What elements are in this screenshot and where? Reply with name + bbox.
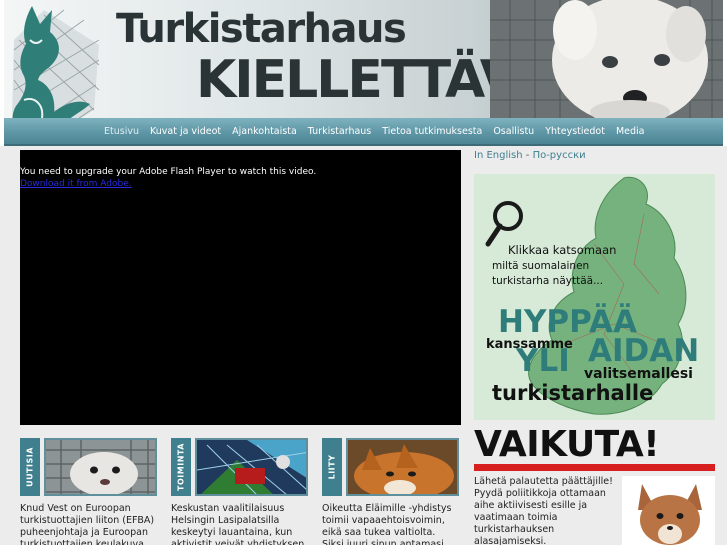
svg-text:YLI: YLI bbox=[515, 343, 570, 379]
arctic-fox-photo bbox=[490, 0, 723, 118]
fox-logo-icon[interactable] bbox=[4, 0, 110, 118]
svg-text:valitsemallesi: valitsemallesi bbox=[584, 366, 693, 382]
join-card[interactable]: LIITY Oikeutta Eläimille -yhdistys toimi… bbox=[322, 438, 460, 545]
fur-farm-photo-icon[interactable] bbox=[195, 438, 308, 496]
english-link[interactable]: In English bbox=[474, 150, 523, 161]
video-player[interactable]: You need to upgrade your Adobe Flash Pla… bbox=[20, 150, 461, 425]
main-content: You need to upgrade your Adobe Flash Pla… bbox=[0, 146, 727, 545]
join-card-text: Oikeutta Eläimille -yhdistys toimii vapa… bbox=[322, 503, 452, 545]
flash-upgrade-message: You need to upgrade your Adobe Flash Pla… bbox=[20, 167, 317, 177]
svg-text:turkistarhalle: turkistarhalle bbox=[492, 381, 653, 405]
svg-text:AIDAN: AIDAN bbox=[588, 333, 699, 369]
nav-item-etusivu[interactable]: Etusivu bbox=[104, 126, 139, 137]
nav-item-turkistarhaus[interactable]: Turkistarhaus bbox=[308, 126, 371, 137]
nav-item-media[interactable]: Media bbox=[616, 126, 645, 137]
language-links: In English - По-русски bbox=[474, 150, 586, 161]
nav-item-osallistu[interactable]: Osallistu bbox=[493, 126, 534, 137]
russian-link[interactable]: По-русски bbox=[533, 150, 586, 161]
header-banner: Turkistarhaus KIELLETTÄVÄ bbox=[4, 0, 723, 118]
svg-text:miltä suomalainen: miltä suomalainen bbox=[492, 260, 589, 272]
vaikuta-underline bbox=[474, 464, 715, 471]
fox-kit-photo[interactable] bbox=[622, 476, 715, 545]
flash-download-link[interactable]: Download it from Adobe. bbox=[20, 179, 132, 189]
nav-item-ajankohtaista[interactable]: Ajankohtaista bbox=[232, 126, 297, 137]
news-card[interactable]: UUTISIA Knud Vest on Euroopan turkistuot… bbox=[20, 438, 158, 545]
nav-item-tietoa-tutkimuksesta[interactable]: Tietoa tutkimuksesta bbox=[382, 126, 482, 137]
action-card-text: Keskustan vaalitilaisuus Helsingin Lasip… bbox=[171, 503, 305, 545]
site-header: Turkistarhaus KIELLETTÄVÄ Etusivu Kuvat … bbox=[4, 0, 723, 146]
card-tab-liity[interactable]: LIITY bbox=[322, 438, 342, 496]
card-tab-toiminta[interactable]: TOIMINTA bbox=[171, 438, 191, 496]
main-nav: Etusivu Kuvat ja videot Ajankohtaista Tu… bbox=[4, 118, 723, 144]
svg-text:Klikkaa katsomaan: Klikkaa katsomaan bbox=[508, 243, 616, 257]
nav-item-kuvat-ja-videot[interactable]: Kuvat ja videot bbox=[150, 126, 221, 137]
svg-text:turkistarha näyttää...: turkistarha näyttää... bbox=[492, 275, 603, 287]
vaikuta-text: Lähetä palautetta päättäjille! Pyydä pol… bbox=[474, 476, 613, 545]
card-tab-uutisia[interactable]: UUTISIA bbox=[20, 438, 40, 496]
nav-item-yhteystiedot[interactable]: Yhteystiedot bbox=[545, 126, 605, 137]
fur-farm-map-banner[interactable]: Klikkaa katsomaan miltä suomalainen turk… bbox=[474, 174, 715, 420]
language-separator: - bbox=[525, 150, 530, 161]
fox-photo-icon[interactable] bbox=[346, 438, 459, 496]
action-card[interactable]: TOIMINTA Keskustan vaalitilaisuus Helsin… bbox=[171, 438, 309, 545]
news-card-text: Knud Vest on Euroopan turkistuottajien l… bbox=[20, 503, 155, 545]
mink-photo-icon[interactable] bbox=[44, 438, 157, 496]
site-title-line1[interactable]: Turkistarhaus bbox=[116, 6, 407, 52]
